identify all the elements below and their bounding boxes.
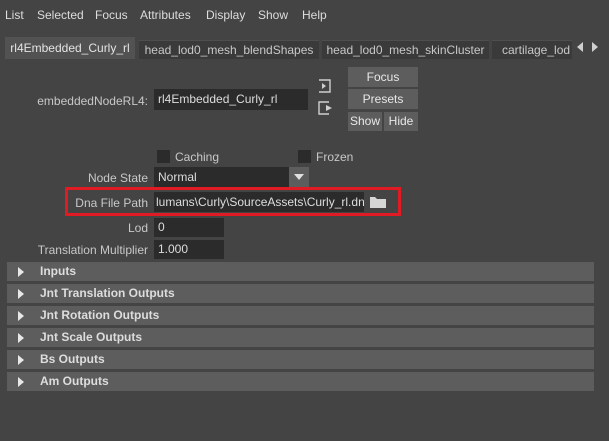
- highlight-box: [65, 187, 401, 216]
- menu-display[interactable]: Display: [206, 8, 245, 22]
- menu-selected[interactable]: Selected: [37, 8, 84, 22]
- show-button[interactable]: Show: [348, 112, 382, 131]
- section-title: Inputs: [40, 264, 76, 278]
- expand-arrow-icon: [18, 289, 24, 299]
- menu-bar: List Selected Focus Attributes Display S…: [0, 0, 609, 29]
- tab-rl4embedded-curly-rl[interactable]: rl4Embedded_Curly_rl: [5, 37, 135, 59]
- menu-list[interactable]: List: [5, 8, 24, 22]
- expand-arrow-icon: [18, 333, 24, 343]
- embedded-node-label: embeddedNodeRL4:: [37, 94, 148, 108]
- presets-button[interactable]: Presets: [348, 89, 418, 109]
- section-inputs[interactable]: Inputs: [7, 262, 594, 281]
- tab-scroll-left-icon[interactable]: [577, 42, 583, 52]
- output-connection-icon[interactable]: [318, 101, 334, 115]
- caching-checkbox[interactable]: [157, 150, 170, 163]
- section-am-outputs[interactable]: Am Outputs: [7, 372, 594, 391]
- expand-arrow-icon: [18, 311, 24, 321]
- menu-attributes[interactable]: Attributes: [140, 8, 191, 22]
- section-title: Bs Outputs: [40, 352, 105, 366]
- section-title: Jnt Translation Outputs: [40, 286, 175, 300]
- section-title: Am Outputs: [40, 374, 109, 388]
- input-connection-icon[interactable]: [318, 79, 334, 93]
- node-state-label: Node State: [87, 171, 148, 185]
- translation-multiplier-field[interactable]: 1.000: [154, 240, 224, 259]
- expand-arrow-icon: [18, 377, 24, 387]
- frozen-label: Frozen: [316, 150, 354, 164]
- section-bs-outputs[interactable]: Bs Outputs: [7, 350, 594, 369]
- section-title: Jnt Rotation Outputs: [40, 308, 160, 322]
- section-title: Jnt Scale Outputs: [40, 330, 143, 344]
- lod-field[interactable]: 0: [154, 218, 224, 237]
- tab-scroll-right-icon[interactable]: [592, 42, 598, 52]
- menu-focus[interactable]: Focus: [95, 8, 128, 22]
- focus-button[interactable]: Focus: [348, 67, 418, 87]
- frozen-checkbox[interactable]: [298, 150, 311, 163]
- chevron-down-icon: [294, 174, 304, 180]
- lod-label: Lod: [127, 221, 148, 235]
- caching-label: Caching: [175, 150, 220, 164]
- hide-button[interactable]: Hide: [384, 112, 418, 131]
- expand-arrow-icon: [18, 267, 24, 277]
- expand-arrow-icon: [18, 355, 24, 365]
- attribute-editor-panel: embeddedNodeRL4: rl4Embedded_Curly_rl Fo…: [0, 59, 609, 441]
- node-state-dropdown[interactable]: Normal: [154, 167, 289, 187]
- translation-multiplier-label: Translation Multiplier: [37, 243, 148, 257]
- node-state-dropdown-button[interactable]: [289, 167, 309, 187]
- menu-help[interactable]: Help: [302, 8, 327, 22]
- section-jnt-translation-outputs[interactable]: Jnt Translation Outputs: [7, 284, 594, 303]
- embedded-node-field[interactable]: rl4Embedded_Curly_rl: [154, 89, 308, 110]
- tab-head-lod0-mesh-skincluster[interactable]: head_lod0_mesh_skinCluster: [322, 40, 489, 60]
- tab-head-lod0-mesh-blendshapes[interactable]: head_lod0_mesh_blendShapes: [139, 40, 319, 60]
- section-jnt-rotation-outputs[interactable]: Jnt Rotation Outputs: [7, 306, 594, 325]
- tab-bar: rl4Embedded_Curly_rl head_lod0_mesh_blen…: [0, 37, 609, 60]
- menu-show[interactable]: Show: [258, 8, 288, 22]
- section-jnt-scale-outputs[interactable]: Jnt Scale Outputs: [7, 328, 594, 347]
- tab-cartilage-lod[interactable]: cartilage_lod: [492, 40, 572, 59]
